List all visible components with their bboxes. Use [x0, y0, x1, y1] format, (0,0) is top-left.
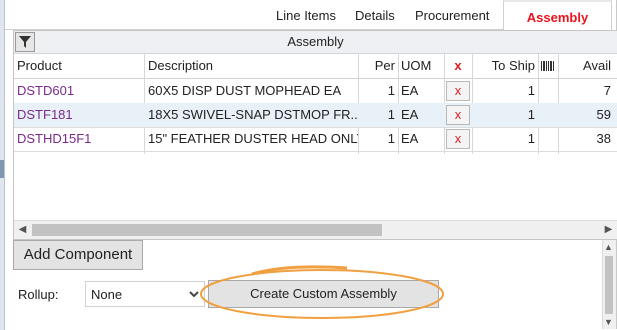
table-row[interactable]: DSTD601 60X5 DISP DUST MOPHEAD EA 1 EA x… [14, 79, 617, 104]
tab-assembly[interactable]: Assembly [503, 0, 612, 32]
to-ship-value[interactable]: 1 [472, 127, 538, 151]
per-value: 1 [387, 107, 395, 122]
avail-value: 38 [596, 131, 611, 146]
assembly-panel: Line Items Details Procurement Assembly … [5, 0, 617, 329]
to-ship-value[interactable]: 1 [472, 79, 538, 103]
per-value: 1 [387, 83, 395, 98]
avail-value: 7 [603, 83, 611, 98]
col-remove[interactable]: x [444, 54, 472, 78]
scroll-right-icon[interactable]: ▶ [600, 221, 617, 239]
product-code[interactable]: DSTD601 [14, 79, 144, 103]
funnel-icon [19, 36, 31, 48]
tab-procurement[interactable]: Procurement [415, 0, 489, 30]
col-product[interactable]: Product [14, 54, 144, 78]
scroll-thumb[interactable] [32, 224, 382, 236]
scroll-left-icon[interactable]: ◀ [14, 221, 31, 239]
grid-header: Product Description Per UOM x To Ship Av… [14, 54, 617, 79]
filter-button[interactable] [15, 32, 35, 52]
to-ship-value[interactable]: 1 [472, 103, 538, 127]
product-code[interactable]: DSTF181 [14, 103, 144, 127]
product-code[interactable]: DSTHD15F1 [14, 127, 144, 151]
avail-value: 59 [596, 107, 611, 122]
description: 15" FEATHER DUSTER HEAD ONLY [148, 131, 358, 146]
scroll-down-icon[interactable]: ▼ [604, 317, 613, 327]
table-row[interactable]: DSTHD15F1 15" FEATHER DUSTER HEAD ONLY 1… [14, 127, 617, 152]
barcode-icon [541, 61, 554, 71]
horizontal-scrollbar[interactable]: ◀ ▶ [14, 220, 617, 239]
rollup-select[interactable]: None [85, 281, 205, 307]
tab-details[interactable]: Details [355, 0, 395, 30]
splitter-grip[interactable] [0, 160, 4, 178]
grid-title: Assembly [14, 31, 617, 54]
tab-line-items[interactable]: Line Items [276, 0, 336, 30]
remove-button[interactable]: x [446, 81, 470, 101]
col-to-ship[interactable]: To Ship [472, 54, 538, 78]
create-custom-assembly-button[interactable]: Create Custom Assembly [208, 280, 439, 308]
description: 60X5 DISP DUST MOPHEAD EA [148, 83, 342, 98]
table-row[interactable]: DSTF181 18X5 SWIVEL-SNAP DSTMOP FR... 1 … [14, 103, 617, 128]
description: 18X5 SWIVEL-SNAP DSTMOP FR... [148, 107, 358, 122]
uom-value: EA [401, 107, 419, 122]
col-avail[interactable]: Avail [558, 54, 614, 78]
col-uom[interactable]: UOM [398, 54, 444, 78]
col-description[interactable]: Description [145, 54, 358, 78]
vertical-scrollbar[interactable]: ▲ ▼ [602, 240, 616, 329]
scroll-thumb[interactable] [605, 256, 613, 314]
chevron-down-icon [189, 291, 199, 298]
add-component-button[interactable]: Add Component [13, 240, 143, 270]
remove-button[interactable]: x [446, 129, 470, 149]
rollup-value: None [91, 287, 123, 302]
assembly-grid: Assembly Product Description Per UOM x T… [13, 30, 617, 240]
rollup-label: Rollup: [18, 287, 59, 302]
per-value: 1 [387, 131, 395, 146]
tab-bar: Line Items Details Procurement Assembly [5, 0, 616, 32]
uom-value: EA [401, 83, 419, 98]
scroll-up-icon[interactable]: ▲ [604, 242, 613, 252]
uom-value: EA [401, 131, 419, 146]
col-barcode[interactable] [538, 54, 558, 78]
remove-button[interactable]: x [446, 105, 470, 125]
col-per[interactable]: Per [358, 54, 398, 78]
